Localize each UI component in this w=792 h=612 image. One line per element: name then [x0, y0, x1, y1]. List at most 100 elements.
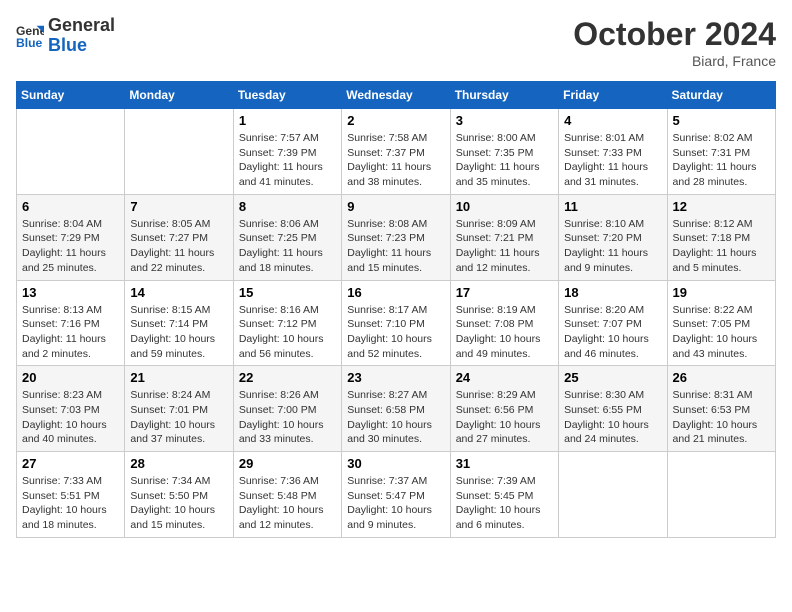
month-title: October 2024 [573, 16, 776, 53]
weekday-header-saturday: Saturday [667, 82, 775, 109]
day-number: 3 [456, 113, 553, 128]
calendar-cell [559, 452, 667, 538]
calendar-cell: 15 Sunrise: 8:16 AM Sunset: 7:12 PM Dayli… [233, 280, 341, 366]
calendar-cell: 2 Sunrise: 7:58 AM Sunset: 7:37 PM Daylig… [342, 109, 450, 195]
logo-icon: General Blue [16, 22, 44, 50]
day-number: 15 [239, 285, 336, 300]
calendar-header: SundayMondayTuesdayWednesdayThursdayFrid… [17, 82, 776, 109]
day-info: Sunrise: 7:37 AM Sunset: 5:47 PM Dayligh… [347, 474, 444, 533]
day-info: Sunrise: 8:26 AM Sunset: 7:00 PM Dayligh… [239, 388, 336, 447]
weekday-header-thursday: Thursday [450, 82, 558, 109]
day-number: 8 [239, 199, 336, 214]
calendar-cell: 17 Sunrise: 8:19 AM Sunset: 7:08 PM Dayli… [450, 280, 558, 366]
day-info: Sunrise: 7:34 AM Sunset: 5:50 PM Dayligh… [130, 474, 227, 533]
calendar-cell: 26 Sunrise: 8:31 AM Sunset: 6:53 PM Dayli… [667, 366, 775, 452]
day-number: 29 [239, 456, 336, 471]
day-info: Sunrise: 8:17 AM Sunset: 7:10 PM Dayligh… [347, 303, 444, 362]
calendar-cell: 13Sunrise: 8:13 AM Sunset: 7:16 PM Dayli… [17, 280, 125, 366]
day-info: Sunrise: 8:06 AM Sunset: 7:25 PM Dayligh… [239, 217, 336, 276]
calendar-cell: 11 Sunrise: 8:10 AM Sunset: 7:20 PM Dayli… [559, 194, 667, 280]
day-number: 7 [130, 199, 227, 214]
title-block: October 2024 Biard, France [573, 16, 776, 69]
day-info: Sunrise: 8:29 AM Sunset: 6:56 PM Dayligh… [456, 388, 553, 447]
day-number: 10 [456, 199, 553, 214]
day-number: 12 [673, 199, 770, 214]
location: Biard, France [573, 53, 776, 69]
calendar-cell: 29 Sunrise: 7:36 AM Sunset: 5:48 PM Dayli… [233, 452, 341, 538]
day-info: Sunrise: 8:13 AM Sunset: 7:16 PM Dayligh… [22, 303, 119, 362]
day-number: 17 [456, 285, 553, 300]
calendar-cell: 6Sunrise: 8:04 AM Sunset: 7:29 PM Daylig… [17, 194, 125, 280]
calendar-cell: 9 Sunrise: 8:08 AM Sunset: 7:23 PM Daylig… [342, 194, 450, 280]
day-info: Sunrise: 8:10 AM Sunset: 7:20 PM Dayligh… [564, 217, 661, 276]
weekday-header-row: SundayMondayTuesdayWednesdayThursdayFrid… [17, 82, 776, 109]
calendar-cell: 23 Sunrise: 8:27 AM Sunset: 6:58 PM Dayli… [342, 366, 450, 452]
day-number: 26 [673, 370, 770, 385]
day-number: 22 [239, 370, 336, 385]
day-number: 5 [673, 113, 770, 128]
calendar-cell: 16Sunrise: 8:17 AM Sunset: 7:10 PM Dayli… [342, 280, 450, 366]
calendar-cell: 30 Sunrise: 7:37 AM Sunset: 5:47 PM Dayli… [342, 452, 450, 538]
day-info: Sunrise: 8:24 AM Sunset: 7:01 PM Dayligh… [130, 388, 227, 447]
calendar-cell: 22 Sunrise: 8:26 AM Sunset: 7:00 PM Dayli… [233, 366, 341, 452]
calendar-cell: 12Sunrise: 8:12 AM Sunset: 7:18 PM Dayli… [667, 194, 775, 280]
day-info: Sunrise: 7:33 AM Sunset: 5:51 PM Dayligh… [22, 474, 119, 533]
day-info: Sunrise: 8:19 AM Sunset: 7:08 PM Dayligh… [456, 303, 553, 362]
calendar-cell: 18 Sunrise: 8:20 AM Sunset: 7:07 PM Dayli… [559, 280, 667, 366]
calendar-cell: 24Sunrise: 8:29 AM Sunset: 6:56 PM Dayli… [450, 366, 558, 452]
weekday-header-sunday: Sunday [17, 82, 125, 109]
calendar-cell [125, 109, 233, 195]
day-number: 18 [564, 285, 661, 300]
day-info: Sunrise: 8:04 AM Sunset: 7:29 PM Dayligh… [22, 217, 119, 276]
weekday-header-friday: Friday [559, 82, 667, 109]
day-number: 9 [347, 199, 444, 214]
calendar-cell [667, 452, 775, 538]
day-number: 28 [130, 456, 227, 471]
day-info: Sunrise: 8:20 AM Sunset: 7:07 PM Dayligh… [564, 303, 661, 362]
week-row-4: 20Sunrise: 8:23 AM Sunset: 7:03 PM Dayli… [17, 366, 776, 452]
day-info: Sunrise: 8:30 AM Sunset: 6:55 PM Dayligh… [564, 388, 661, 447]
calendar-cell: 25 Sunrise: 8:30 AM Sunset: 6:55 PM Dayli… [559, 366, 667, 452]
calendar-cell [17, 109, 125, 195]
day-number: 31 [456, 456, 553, 471]
day-number: 25 [564, 370, 661, 385]
day-info: Sunrise: 7:36 AM Sunset: 5:48 PM Dayligh… [239, 474, 336, 533]
day-info: Sunrise: 8:01 AM Sunset: 7:33 PM Dayligh… [564, 131, 661, 190]
calendar-cell: 27Sunrise: 7:33 AM Sunset: 5:51 PM Dayli… [17, 452, 125, 538]
day-info: Sunrise: 7:58 AM Sunset: 7:37 PM Dayligh… [347, 131, 444, 190]
day-number: 14 [130, 285, 227, 300]
calendar-cell: 21 Sunrise: 8:24 AM Sunset: 7:01 PM Dayli… [125, 366, 233, 452]
day-info: Sunrise: 7:57 AM Sunset: 7:39 PM Dayligh… [239, 131, 336, 190]
day-info: Sunrise: 8:22 AM Sunset: 7:05 PM Dayligh… [673, 303, 770, 362]
day-info: Sunrise: 8:02 AM Sunset: 7:31 PM Dayligh… [673, 131, 770, 190]
calendar-cell: 19Sunrise: 8:22 AM Sunset: 7:05 PM Dayli… [667, 280, 775, 366]
day-number: 4 [564, 113, 661, 128]
logo-text: General Blue [48, 16, 115, 56]
calendar-cell: 28 Sunrise: 7:34 AM Sunset: 5:50 PM Dayli… [125, 452, 233, 538]
calendar-cell: 20Sunrise: 8:23 AM Sunset: 7:03 PM Dayli… [17, 366, 125, 452]
calendar-cell: 8 Sunrise: 8:06 AM Sunset: 7:25 PM Daylig… [233, 194, 341, 280]
calendar-cell: 14 Sunrise: 8:15 AM Sunset: 7:14 PM Dayli… [125, 280, 233, 366]
day-info: Sunrise: 8:31 AM Sunset: 6:53 PM Dayligh… [673, 388, 770, 447]
day-info: Sunrise: 8:05 AM Sunset: 7:27 PM Dayligh… [130, 217, 227, 276]
day-info: Sunrise: 8:27 AM Sunset: 6:58 PM Dayligh… [347, 388, 444, 447]
calendar-cell: 10 Sunrise: 8:09 AM Sunset: 7:21 PM Dayli… [450, 194, 558, 280]
day-info: Sunrise: 8:15 AM Sunset: 7:14 PM Dayligh… [130, 303, 227, 362]
weekday-header-monday: Monday [125, 82, 233, 109]
weekday-header-tuesday: Tuesday [233, 82, 341, 109]
calendar-cell: 3Sunrise: 8:00 AM Sunset: 7:35 PM Daylig… [450, 109, 558, 195]
calendar-cell: 5 Sunrise: 8:02 AM Sunset: 7:31 PM Daylig… [667, 109, 775, 195]
day-number: 21 [130, 370, 227, 385]
calendar-table: SundayMondayTuesdayWednesdayThursdayFrid… [16, 81, 776, 538]
day-info: Sunrise: 8:08 AM Sunset: 7:23 PM Dayligh… [347, 217, 444, 276]
day-number: 2 [347, 113, 444, 128]
day-info: Sunrise: 8:16 AM Sunset: 7:12 PM Dayligh… [239, 303, 336, 362]
day-number: 11 [564, 199, 661, 214]
week-row-5: 27Sunrise: 7:33 AM Sunset: 5:51 PM Dayli… [17, 452, 776, 538]
svg-text:Blue: Blue [16, 36, 43, 50]
calendar-cell: 4 Sunrise: 8:01 AM Sunset: 7:33 PM Daylig… [559, 109, 667, 195]
day-info: Sunrise: 8:09 AM Sunset: 7:21 PM Dayligh… [456, 217, 553, 276]
day-number: 23 [347, 370, 444, 385]
day-number: 30 [347, 456, 444, 471]
calendar-body: 1Sunrise: 7:57 AM Sunset: 7:39 PM Daylig… [17, 109, 776, 538]
